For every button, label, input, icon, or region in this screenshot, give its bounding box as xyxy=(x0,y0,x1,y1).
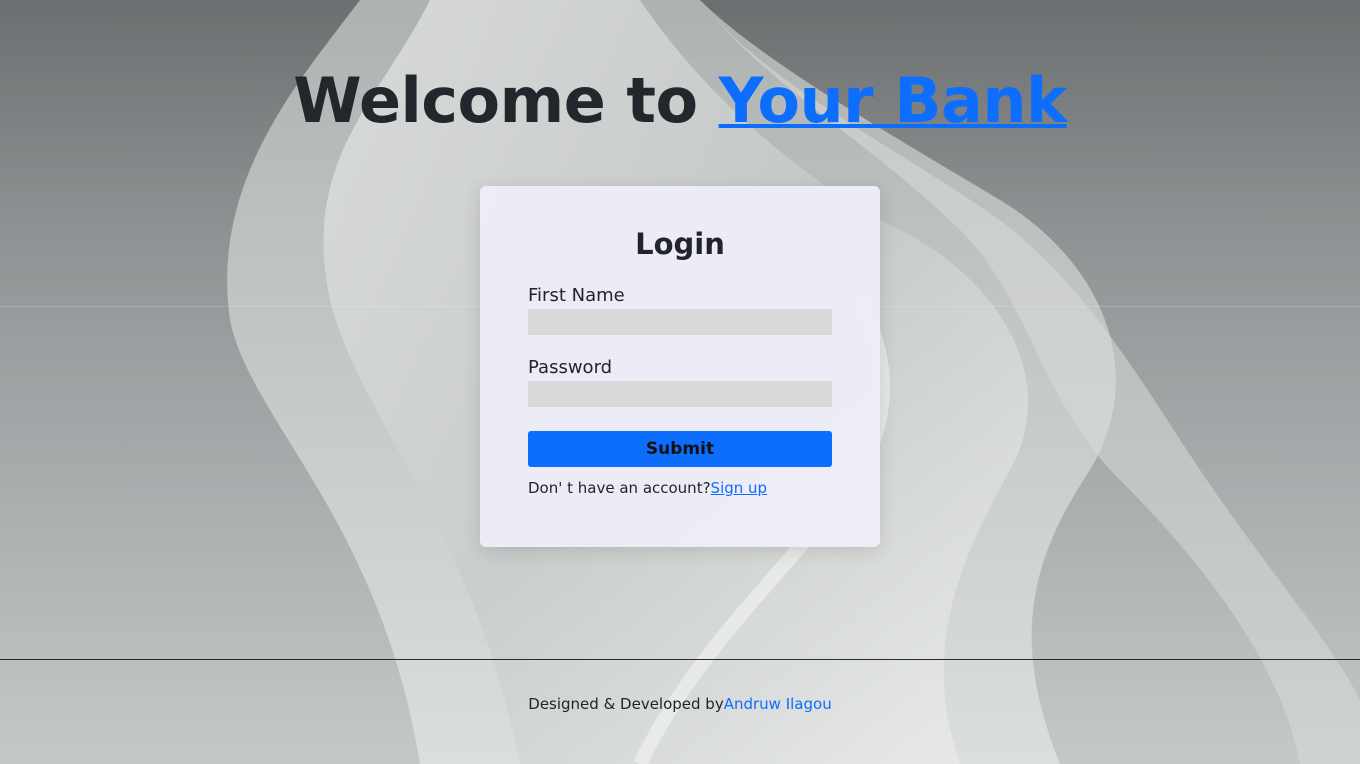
footer-credit-text: Designed & Developed by xyxy=(528,695,724,713)
page-title: Welcome to Your Bank xyxy=(0,64,1360,138)
password-input[interactable] xyxy=(528,381,832,407)
footer-credit: Designed & Developed byAndruw Ilagou xyxy=(0,694,1360,714)
page-title-prefix: Welcome to xyxy=(293,64,719,137)
footer-divider xyxy=(0,659,1360,660)
first-name-label: First Name xyxy=(528,285,625,306)
submit-button[interactable]: Submit xyxy=(528,431,832,467)
first-name-input[interactable] xyxy=(528,309,832,335)
signup-prompt: Don' t have an account?Sign up xyxy=(528,479,832,497)
login-card: Login First Name Password Submit Don' t … xyxy=(480,186,880,547)
login-heading: Login xyxy=(635,227,725,261)
password-label: Password xyxy=(528,357,613,378)
signup-prompt-text: Don' t have an account? xyxy=(528,479,711,497)
author-link[interactable]: Andruw Ilagou xyxy=(724,695,832,713)
signup-link[interactable]: Sign up xyxy=(711,479,768,497)
bank-name-link[interactable]: Your Bank xyxy=(719,64,1068,137)
